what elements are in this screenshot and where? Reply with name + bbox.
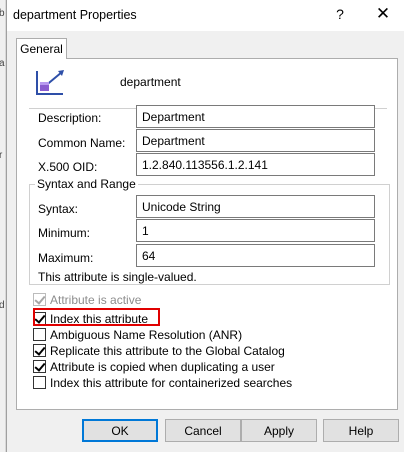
general-panel: department Description: Common Name: X.5… (16, 58, 398, 410)
maximum-field[interactable] (136, 244, 375, 267)
checkbox-box[interactable] (33, 293, 46, 306)
checkbox-box[interactable] (33, 360, 46, 373)
anr-checkbox[interactable]: Ambiguous Name Resolution (ANR) (33, 327, 242, 342)
single-valued-note: This attribute is single-valued. (38, 270, 197, 284)
checkbox-box[interactable] (33, 328, 46, 341)
help-button[interactable]: Help (323, 419, 399, 442)
tab-general-label: General (20, 42, 63, 56)
checkbox-label: Attribute is copied when duplicating a u… (50, 359, 275, 374)
oid-field[interactable] (136, 153, 375, 176)
checkbox-label: Replicate this attribute to the Global C… (50, 343, 285, 358)
minimum-label: Minimum: (38, 226, 91, 240)
attribute-name: department (120, 75, 181, 89)
help-icon[interactable]: ? (332, 6, 348, 22)
minimum-field[interactable] (136, 219, 375, 242)
checkbox-box[interactable] (33, 344, 46, 357)
tab-general[interactable]: General (16, 38, 67, 59)
checkbox-label: Ambiguous Name Resolution (ANR) (50, 327, 243, 342)
common-name-field[interactable] (136, 129, 375, 152)
maximum-label: Maximum: (38, 251, 94, 265)
cancel-button[interactable]: Cancel (165, 419, 241, 442)
close-icon[interactable]: ✕ (374, 4, 392, 24)
global-catalog-checkbox[interactable]: Replicate this attribute to the Global C… (33, 343, 285, 358)
checkbox-label: Index this attribute for containerized s… (50, 375, 293, 390)
common-name-label: Common Name: (38, 136, 126, 150)
title-bar: department Properties ? ✕ (7, 0, 404, 31)
syntax-label: Syntax: (38, 202, 79, 216)
apply-button[interactable]: Apply (241, 419, 317, 442)
properties-dialog: department Properties ? ✕ General depart… (6, 0, 404, 452)
description-label: Description: (38, 111, 102, 125)
copy-when-duplicating-checkbox[interactable]: Attribute is copied when duplicating a u… (33, 359, 275, 374)
checkbox-box[interactable] (33, 376, 46, 389)
attribute-active-checkbox[interactable]: Attribute is active (33, 292, 141, 307)
window-title: department Properties (13, 8, 137, 22)
description-field[interactable] (136, 105, 375, 128)
syntax-range-title: Syntax and Range (35, 177, 138, 191)
syntax-field[interactable] (136, 195, 375, 218)
oid-label: X.500 OID: (38, 160, 98, 174)
ok-button[interactable]: OK (82, 419, 158, 442)
highlight-box (33, 308, 160, 326)
containerized-search-checkbox[interactable]: Index this attribute for containerized s… (33, 375, 292, 390)
attribute-icon (36, 70, 64, 95)
checkbox-label: Attribute is active (50, 292, 142, 307)
apply-button-label: Apply (263, 424, 295, 438)
